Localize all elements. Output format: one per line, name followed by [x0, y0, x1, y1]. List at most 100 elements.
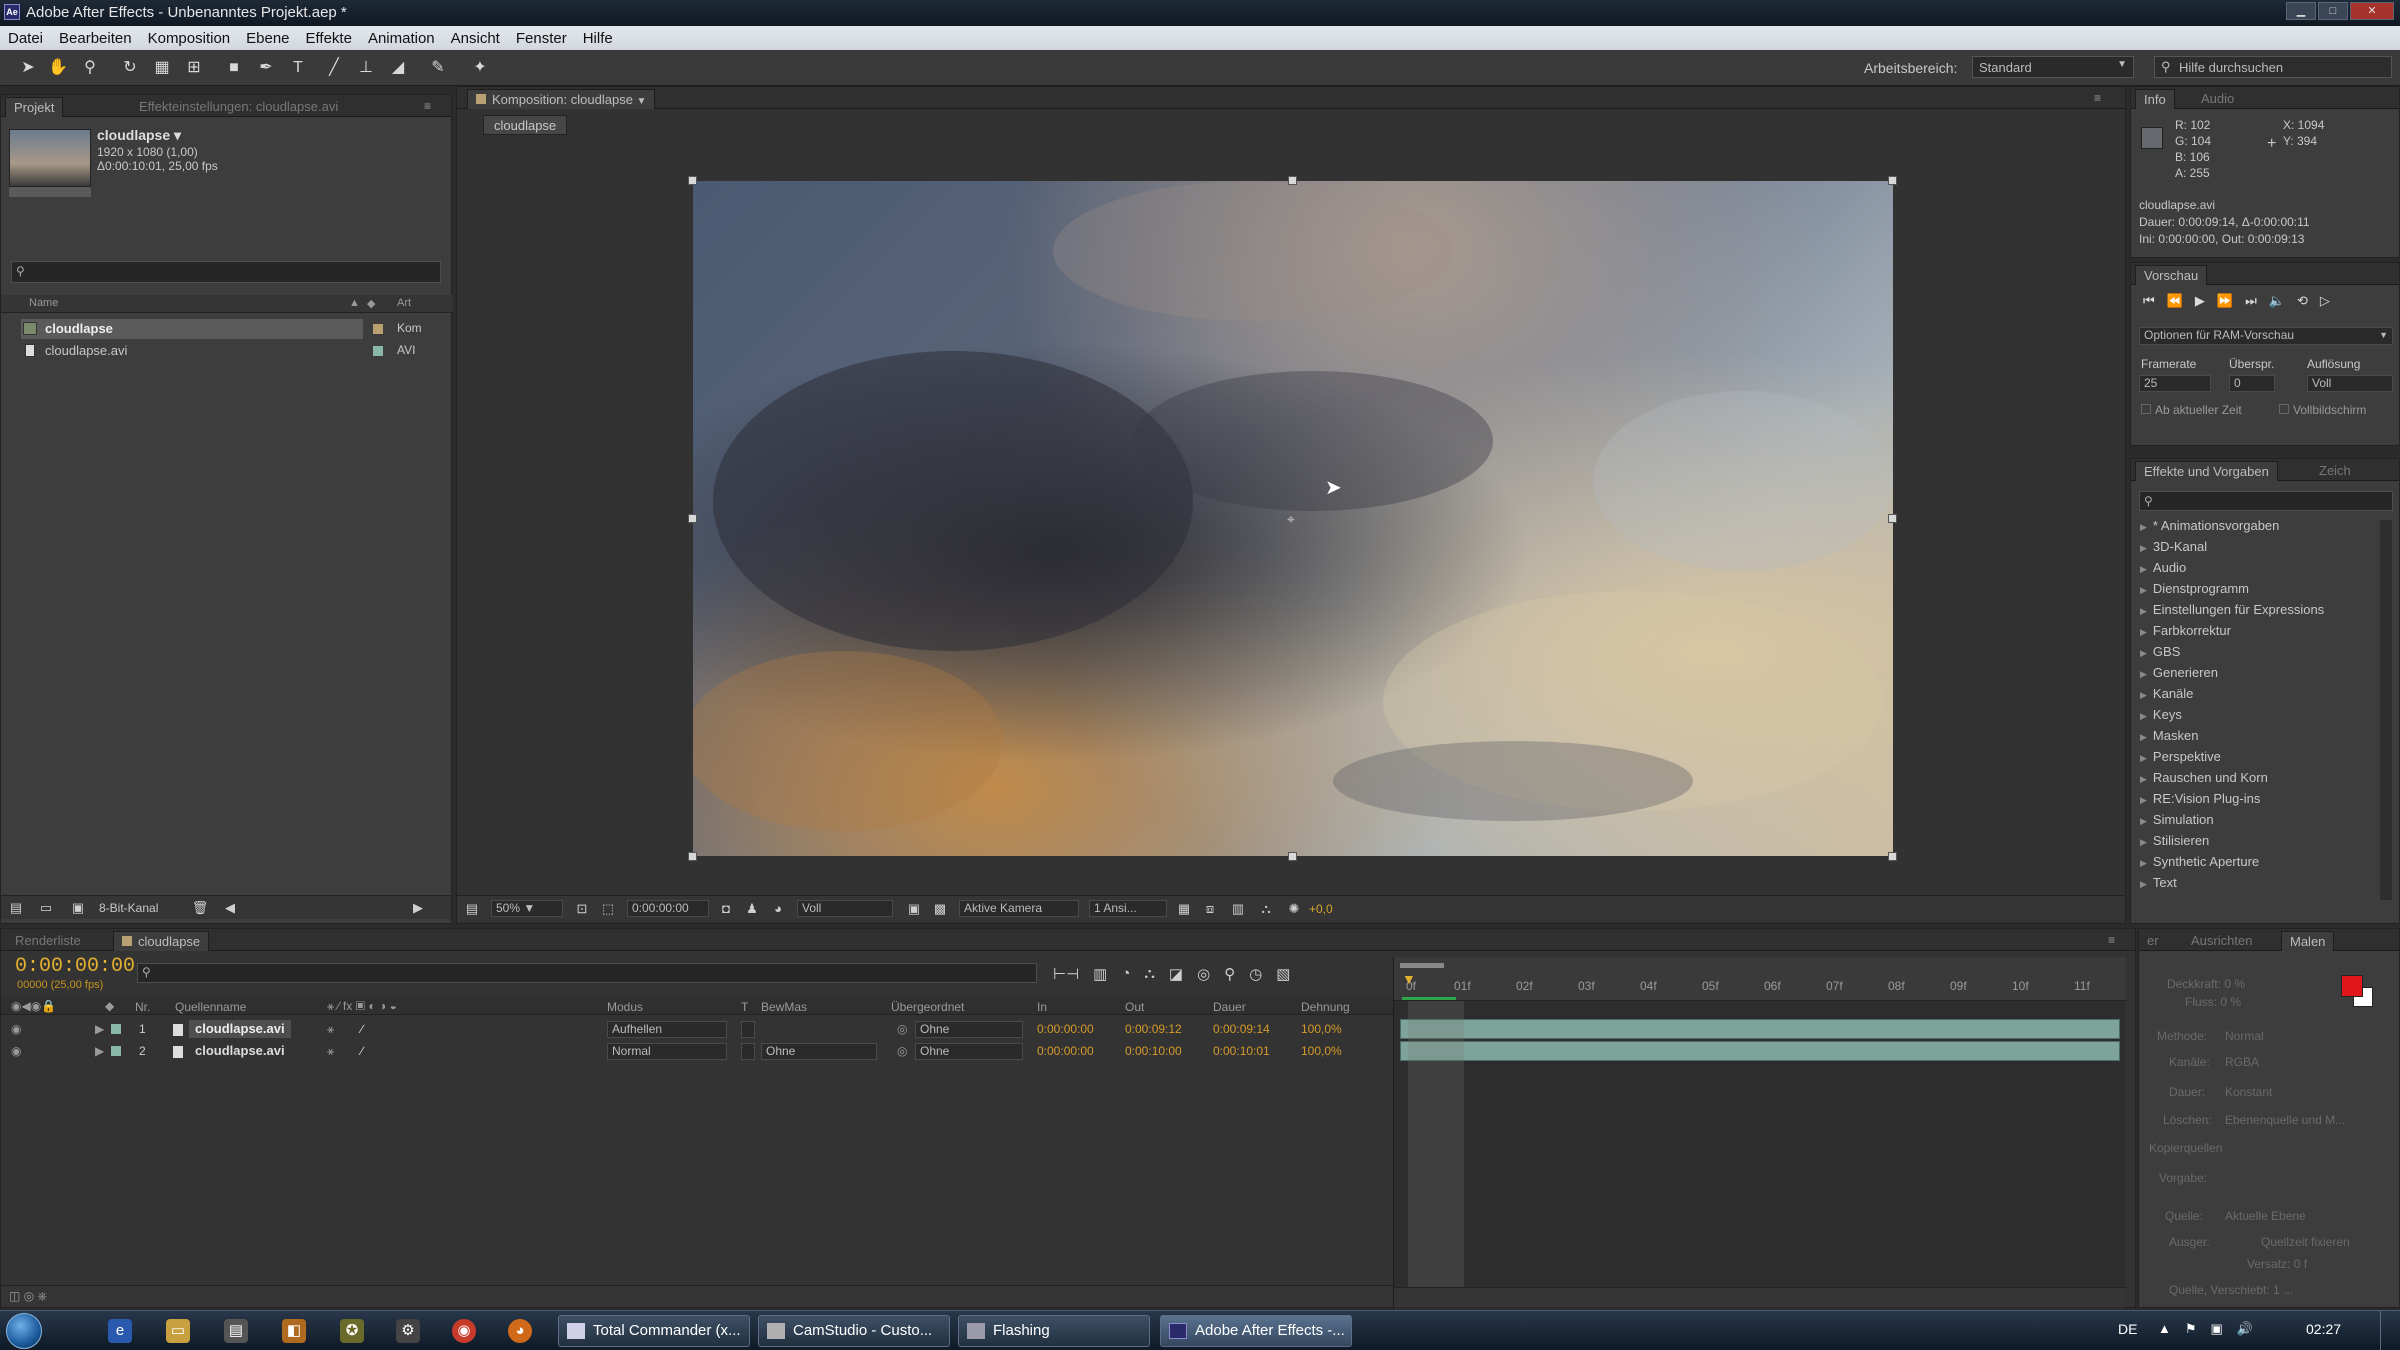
- effects-category-item[interactable]: ▶ Perspektive: [2140, 749, 2221, 764]
- timeline-search-input[interactable]: ⚲: [137, 963, 1037, 983]
- show-desktop-button[interactable]: [2380, 1311, 2398, 1350]
- scroll-right-icon[interactable]: ▶: [409, 899, 427, 917]
- interpret-footage-icon[interactable]: ▤: [7, 899, 25, 917]
- column-type[interactable]: Art: [397, 297, 411, 309]
- comp-mini-flowchart-icon[interactable]: ⊢⊣: [1053, 965, 1079, 983]
- transform-handle[interactable]: [688, 852, 697, 861]
- taskbar-button-after-effects[interactable]: Adobe After Effects -...: [1160, 1315, 1352, 1347]
- effects-category-item[interactable]: ▶ 3D-Kanal: [2140, 539, 2207, 554]
- paint-channels-value[interactable]: RGBA: [2225, 1055, 2259, 1069]
- layer-duration-bar[interactable]: [1400, 1041, 2120, 1061]
- new-folder-icon[interactable]: ▭: [37, 899, 55, 917]
- column-duration[interactable]: Dauer: [1213, 1000, 1246, 1014]
- tab-info[interactable]: Info: [2135, 89, 2175, 109]
- transparency-grid-icon[interactable]: ▩: [931, 900, 949, 918]
- layer-stretch[interactable]: 100,0%: [1301, 1044, 1342, 1058]
- ram-preview-options-select[interactable]: Optionen für RAM-Vorschau ▼: [2139, 327, 2393, 345]
- hand-tool-icon[interactable]: ✋: [48, 58, 68, 78]
- exposure-value[interactable]: +0,0: [1309, 902, 1333, 916]
- column-in[interactable]: In: [1037, 1000, 1047, 1014]
- transform-handle[interactable]: [1288, 176, 1297, 185]
- ruler-tick[interactable]: 02f: [1516, 979, 1533, 993]
- layer-mode-select[interactable]: Normal: [607, 1043, 727, 1060]
- effects-category-item[interactable]: ▶ Masken: [2140, 728, 2198, 743]
- loop-icon[interactable]: ⟲: [2297, 293, 2308, 309]
- taskbar-button-total-commander[interactable]: Total Commander (x...: [558, 1315, 750, 1347]
- tab-paint[interactable]: Malen: [2281, 931, 2335, 951]
- ruler-tick[interactable]: 05f: [1702, 979, 1719, 993]
- column-stretch[interactable]: Dehnung: [1301, 1000, 1350, 1014]
- text-tool-icon[interactable]: T: [288, 58, 308, 78]
- menu-animation[interactable]: Animation: [368, 30, 445, 47]
- menu-ebene[interactable]: Ebene: [246, 30, 299, 47]
- time-ruler[interactable]: 0f 01f 02f 03f 04f 05f 06f 07f 08f 09f 1…: [1394, 957, 2126, 1001]
- menu-ansicht[interactable]: Ansicht: [451, 30, 510, 47]
- chart-editor-icon[interactable]: ▧: [1276, 965, 1290, 983]
- audio-toggle-icon[interactable]: 🔈: [2269, 293, 2285, 309]
- view-layout-select[interactable]: 1 Ansi...: [1089, 900, 1167, 917]
- fast-preview-icon[interactable]: ⧈: [1201, 900, 1219, 918]
- layer-duration[interactable]: 0:00:10:01: [1213, 1044, 1270, 1058]
- taskbar-button-camstudio[interactable]: CamStudio - Custo...: [758, 1315, 950, 1347]
- rotate-tool-icon[interactable]: ↻: [120, 58, 140, 78]
- layer-source-name[interactable]: cloudlapse.avi: [189, 1020, 291, 1038]
- pickwhip-icon[interactable]: ◎: [897, 1044, 907, 1058]
- app-icon[interactable]: ✪: [340, 1319, 364, 1343]
- ruler-tick[interactable]: 01f: [1454, 979, 1471, 993]
- effects-category-item[interactable]: ▶ Stilisieren: [2140, 833, 2209, 848]
- column-nr[interactable]: Nr.: [135, 1000, 150, 1014]
- effects-category-item[interactable]: ▶ Farbkorrektur: [2140, 623, 2231, 638]
- paint-mode-value[interactable]: Normal: [2225, 1029, 2264, 1043]
- layer-duration[interactable]: 0:00:09:14: [1213, 1022, 1270, 1036]
- layer-parent-select[interactable]: Ohne: [915, 1043, 1023, 1060]
- next-frame-icon[interactable]: ⏩: [2217, 293, 2233, 309]
- composition-viewer-image[interactable]: ⌖ ➤: [693, 181, 1893, 856]
- color-channels-icon[interactable]: ◕: [769, 900, 787, 918]
- effects-category-item[interactable]: ▶ Einstellungen für Expressions: [2140, 602, 2324, 617]
- eraser-tool-icon[interactable]: ◢: [388, 58, 408, 78]
- layer-row[interactable]: ◉ ▶ 2 cloudlapse.avi ⚹ ∕ Normal Ohne ◎ O…: [1, 1041, 1393, 1062]
- panel-menu-icon[interactable]: ≡: [2094, 91, 2101, 105]
- toggle-switches-icon[interactable]: ◫ ◎ ⎈: [9, 1289, 47, 1304]
- effects-category-item[interactable]: ▶ Text: [2140, 875, 2177, 890]
- layer-row[interactable]: ◉ ▶ 1 cloudlapse.avi ⚹ ∕ Aufhellen ◎ Ohn…: [1, 1019, 1393, 1040]
- tab-tracker[interactable]: er: [2139, 931, 2167, 951]
- shy-icon[interactable]: ⚹: [327, 1044, 334, 1059]
- show-snapshot-icon[interactable]: ♟: [743, 900, 761, 918]
- brainstorm-icon[interactable]: ◎: [1197, 965, 1210, 983]
- effects-scrollbar[interactable]: [2380, 520, 2392, 900]
- effects-category-item[interactable]: ▶ Simulation: [2140, 812, 2214, 827]
- menu-datei[interactable]: Datei: [8, 30, 53, 47]
- transform-handle[interactable]: [688, 176, 697, 185]
- label-color-swatch[interactable]: [373, 346, 383, 356]
- safe-margins-icon[interactable]: ⊡: [573, 900, 591, 918]
- layer-label-swatch[interactable]: [111, 1024, 121, 1034]
- panel-menu-icon[interactable]: ≡: [424, 99, 431, 113]
- mask-visibility-icon[interactable]: ⬚: [599, 900, 617, 918]
- start-button[interactable]: [6, 1313, 42, 1349]
- tab-effect-controls[interactable]: Effekteinstellungen: cloudlapse.avi: [131, 97, 346, 117]
- layer-label-swatch[interactable]: [111, 1046, 121, 1056]
- rectangle-tool-icon[interactable]: ■: [224, 58, 244, 78]
- menu-fenster[interactable]: Fenster: [516, 30, 577, 47]
- timeline-zoom-bar[interactable]: [1394, 1287, 2126, 1307]
- minimize-button[interactable]: ▁: [2286, 2, 2316, 20]
- app-icon[interactable]: ◧: [282, 1319, 306, 1343]
- zoom-tool-icon[interactable]: ⚲: [80, 58, 100, 78]
- region-of-interest-icon[interactable]: ▣: [905, 900, 923, 918]
- quality-switch-icon[interactable]: ∕: [361, 1022, 363, 1036]
- ruler-tick[interactable]: 07f: [1826, 979, 1843, 993]
- auto-keyframe-icon[interactable]: ⚲: [1224, 965, 1235, 983]
- effects-category-item[interactable]: ▶ * Animationsvorgaben: [2140, 518, 2279, 533]
- close-button[interactable]: ✕: [2350, 2, 2394, 20]
- clone-source-time[interactable]: Quelle, Verschiebt: 1 ...: [2169, 1283, 2293, 1297]
- network-icon[interactable]: ▣: [2211, 1321, 2223, 1337]
- bit-depth-button[interactable]: 8-Bit-Kanal: [99, 901, 158, 915]
- pixel-aspect-icon[interactable]: ▦: [1175, 900, 1193, 918]
- taskbar-button-flashing[interactable]: Flashing: [958, 1315, 1150, 1347]
- column-name[interactable]: Name: [29, 297, 58, 309]
- expand-layer-icon[interactable]: ▶: [95, 1044, 104, 1058]
- explorer-icon[interactable]: ▭: [166, 1319, 190, 1343]
- draft-3d-icon[interactable]: ▥: [1093, 965, 1107, 983]
- hide-shy-icon[interactable]: ◔: [1121, 965, 1130, 983]
